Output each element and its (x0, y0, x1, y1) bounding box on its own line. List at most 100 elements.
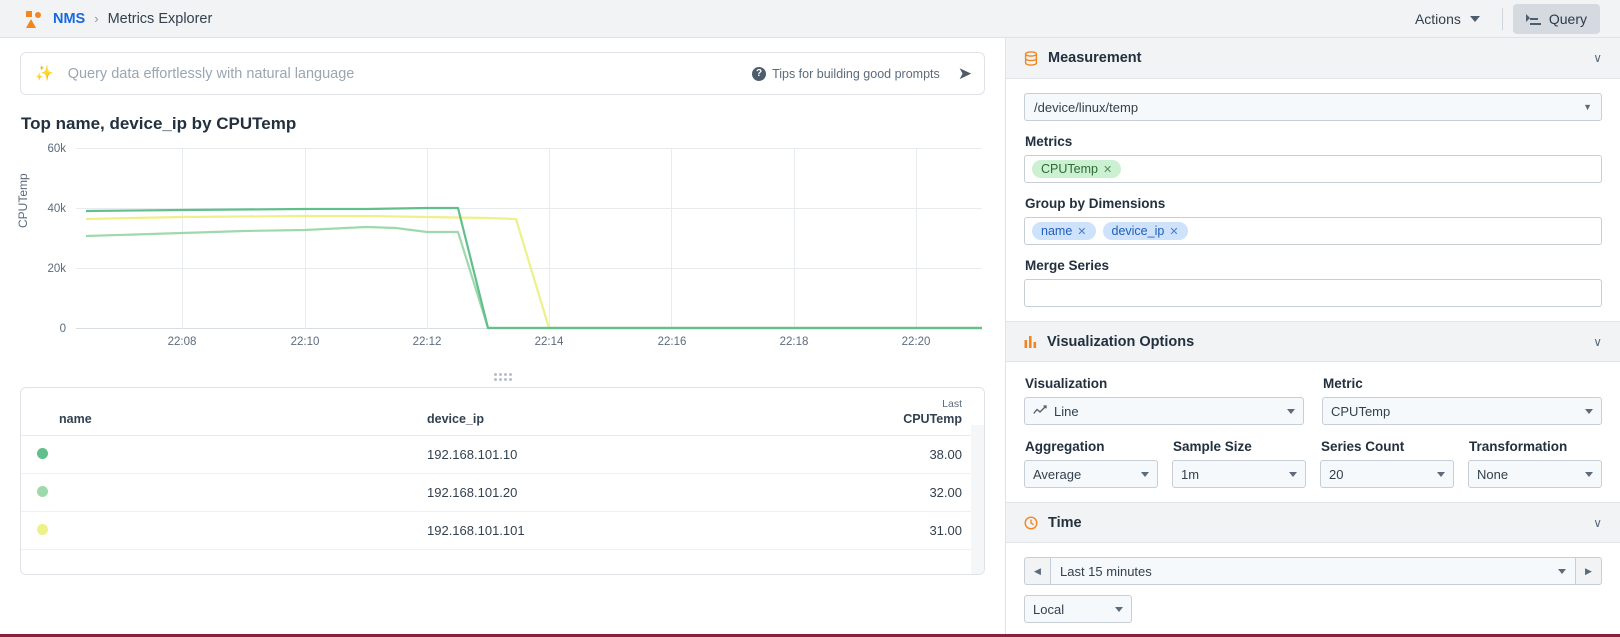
dimension-tag-label: device_ip (1111, 224, 1165, 238)
cell-value: 31.00 (851, 511, 984, 550)
visualization-row: Visualization Line Metric CPUTemp (1024, 376, 1602, 425)
toolbar-divider (1501, 7, 1503, 30)
remove-icon[interactable]: ✕ (1103, 163, 1112, 176)
cell-device-ip: 192.168.101.20 (411, 473, 851, 512)
section-body-visualization: Visualization Line Metric CPUTemp Aggreg… (1006, 362, 1620, 502)
time-next-button[interactable]: ▶ (1576, 557, 1602, 585)
column-header-label: CPUTemp (903, 412, 962, 426)
bar-chart-icon (1024, 335, 1037, 348)
remove-icon[interactable]: ✕ (1169, 225, 1178, 238)
timezone-select[interactable]: Local (1024, 595, 1132, 623)
transformation-select[interactable]: None (1468, 460, 1602, 488)
chevron-down-icon (1437, 471, 1445, 477)
chevron-down-icon[interactable]: ∨ (1593, 516, 1602, 530)
visualization-field: Visualization Line (1024, 376, 1304, 425)
series-count-label: Series Count (1321, 439, 1405, 454)
chevron-down-icon (1141, 471, 1149, 477)
metric-value: CPUTemp (1331, 403, 1391, 419)
merge-series-label: Merge Series (1025, 258, 1110, 273)
table: name device_ip Last CPUTemp 192.168.101.… (21, 388, 984, 550)
x-tick-label: 22:10 (290, 336, 320, 348)
chevron-down-icon (1585, 408, 1593, 414)
series-count-field: Series Count 20 (1320, 439, 1454, 488)
y-tick-label: 20k (47, 263, 66, 275)
measurement-path-value: /device/linux/temp (1034, 99, 1139, 115)
remove-icon[interactable]: ✕ (1077, 225, 1086, 238)
metric-tag: CPUTemp ✕ (1032, 160, 1122, 178)
tips-link[interactable]: ? Tips for building good prompts (752, 66, 940, 81)
query-toggle-button[interactable]: Query (1512, 3, 1600, 34)
chevron-down-icon (1585, 471, 1593, 477)
search-input[interactable] (65, 64, 753, 83)
merge-series-input[interactable] (1024, 279, 1602, 307)
groupby-label: Group by Dimensions (1025, 196, 1166, 211)
sample-size-value: 1m (1181, 466, 1200, 482)
column-header-sublabel: Last (942, 398, 962, 410)
x-tick-label: 22:12 (412, 336, 442, 348)
breadcrumb-nms-link[interactable]: NMS (53, 11, 85, 27)
aggregation-label: Aggregation (1025, 439, 1105, 454)
x-tick-label: 22:18 (779, 336, 809, 348)
chevron-down-icon (1115, 606, 1123, 612)
visualization-select[interactable]: Line (1024, 397, 1304, 425)
table-header-row: name device_ip Last CPUTemp (21, 388, 984, 436)
x-tick-label: 22:08 (167, 336, 197, 348)
time-range-select[interactable]: Last 15 minutes (1050, 557, 1576, 585)
transformation-label: Transformation (1469, 439, 1568, 454)
y-axis-label: CPUTemp (16, 173, 30, 228)
cell-name (21, 435, 411, 474)
grip-dots-icon (493, 373, 512, 381)
sample-size-field: Sample Size 1m (1172, 439, 1306, 488)
series-table: name device_ip Last CPUTemp 192.168.101.… (20, 387, 985, 575)
send-icon[interactable]: ➤ (958, 65, 972, 82)
plot-area (76, 148, 982, 330)
nms-logo-icon (24, 9, 44, 29)
resize-handle[interactable] (20, 373, 985, 381)
metrics-explorer-app: NMS › Metrics Explorer Actions Query ✨ ? (0, 0, 1620, 637)
cell-device-ip: 192.168.101.101 (411, 511, 851, 550)
x-tick-label: 22:16 (657, 336, 687, 348)
series-count-select[interactable]: 20 (1320, 460, 1454, 488)
cell-value: 38.00 (851, 435, 984, 474)
chevron-down-icon (1287, 408, 1295, 414)
metrics-field[interactable]: CPUTemp ✕ (1024, 155, 1602, 183)
section-body-measurement: /device/linux/temp ▼ Metrics CPUTemp ✕ G… (1006, 79, 1620, 321)
cell-name (21, 473, 411, 512)
visualization-options-row: Aggregation Average Sample Size 1m Serie… (1024, 439, 1602, 488)
chart-svg (76, 148, 982, 330)
section-header-visualization[interactable]: Visualization Options ∨ (1006, 321, 1620, 362)
chevron-down-icon (1289, 471, 1297, 477)
table-row[interactable]: 192.168.101.10 38.00 (21, 435, 984, 474)
measurement-path-select[interactable]: /device/linux/temp ▼ (1024, 93, 1602, 121)
time-prev-button[interactable]: ◀ (1024, 557, 1050, 585)
series-color-swatch (37, 486, 48, 497)
tips-label: Tips for building good prompts (772, 66, 940, 81)
table-row[interactable]: 192.168.101.20 32.00 (21, 473, 984, 512)
actions-menu-button[interactable]: Actions (1403, 5, 1492, 33)
sample-size-select[interactable]: 1m (1172, 460, 1306, 488)
section-header-time[interactable]: Time ∨ (1006, 502, 1620, 543)
page-title: Top name, device_ip by CPUTemp (21, 114, 297, 133)
clock-icon (1024, 515, 1038, 530)
aggregation-select[interactable]: Average (1024, 460, 1158, 488)
cell-value: 32.00 (851, 473, 984, 512)
section-title: Time (1048, 514, 1082, 531)
chevron-down-icon (1469, 15, 1480, 22)
groupby-field[interactable]: name ✕ device_ip ✕ (1024, 217, 1602, 245)
chevron-down-icon[interactable]: ∨ (1593, 51, 1602, 65)
table-scrollbar[interactable] (971, 425, 984, 574)
column-header-device-ip[interactable]: device_ip (411, 388, 851, 436)
column-header-name[interactable]: name (21, 388, 411, 436)
content-area: ✨ ? Tips for building good prompts ➤ Top… (0, 38, 1005, 637)
chevron-down-icon[interactable]: ∨ (1593, 335, 1602, 349)
natural-language-query-bar: ✨ ? Tips for building good prompts ➤ (20, 52, 985, 95)
section-header-measurement[interactable]: Measurement ∨ (1006, 38, 1620, 79)
section-title: Visualization Options (1047, 333, 1195, 350)
metric-select[interactable]: CPUTemp (1322, 397, 1602, 425)
actions-label: Actions (1414, 10, 1461, 27)
cell-device-ip: 192.168.101.10 (411, 435, 851, 474)
table-header: name device_ip Last CPUTemp (21, 388, 984, 436)
column-header-cputemp[interactable]: Last CPUTemp (851, 388, 984, 436)
y-tick-label: 60k (47, 143, 66, 155)
table-row[interactable]: 192.168.101.101 31.00 (21, 511, 984, 550)
